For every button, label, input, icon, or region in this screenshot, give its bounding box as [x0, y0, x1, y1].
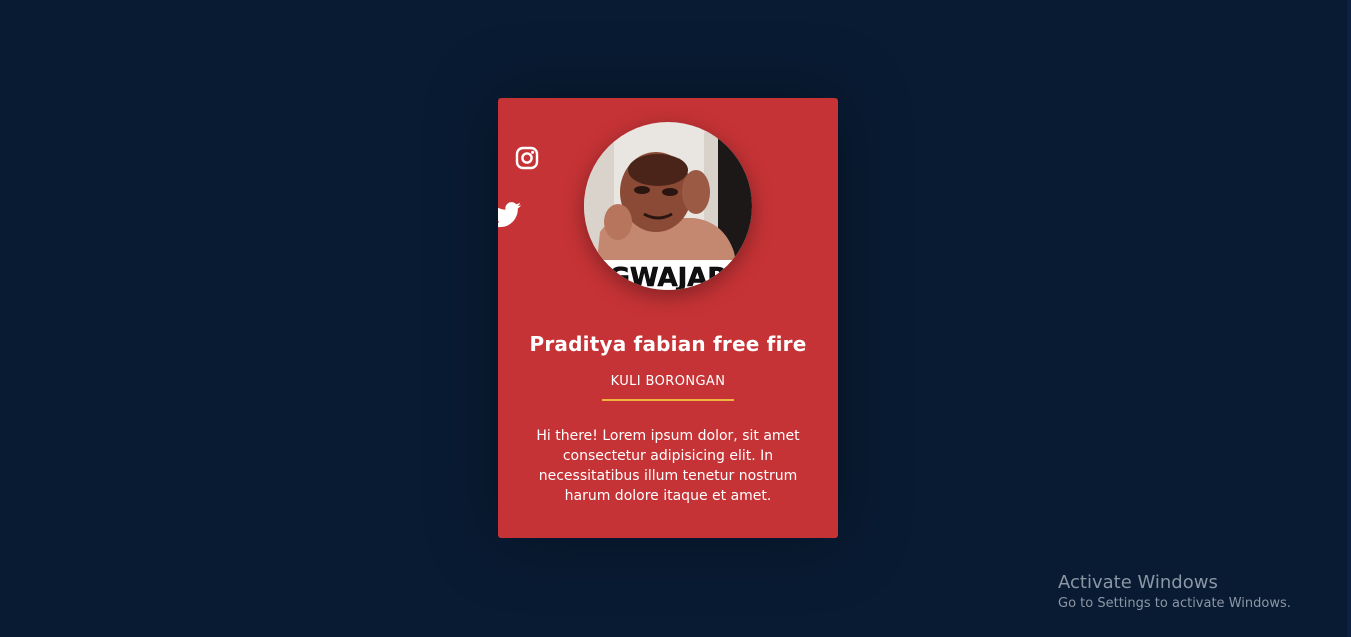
profile-bio: Hi there! Lorem ipsum dolor, sit amet co…	[536, 428, 800, 504]
avatar: GWAJAR	[584, 122, 752, 290]
activate-windows-title: Activate Windows	[1058, 572, 1218, 593]
profile-card: GWAJAR Praditya fabian free fire KULI BO…	[498, 98, 838, 538]
instagram-icon	[515, 146, 539, 170]
twitter-link[interactable]	[498, 202, 522, 228]
page: GWAJAR Praditya fabian free fire KULI BO…	[0, 0, 1351, 637]
activate-windows-watermark: Activate Windows Go to Settings to activ…	[1058, 572, 1291, 614]
avatar-caption: GWAJAR	[609, 263, 728, 290]
instagram-link[interactable]	[515, 146, 539, 170]
scrollbar-edge[interactable]	[1347, 0, 1351, 637]
profile-job-title: KULI BORONGAN	[602, 373, 734, 401]
profile-name: Praditya fabian free fire	[529, 332, 807, 356]
twitter-icon	[498, 202, 522, 228]
activate-windows-subtitle: Go to Settings to activate Windows.	[1058, 596, 1291, 611]
avatar-photo: GWAJAR	[584, 122, 752, 290]
